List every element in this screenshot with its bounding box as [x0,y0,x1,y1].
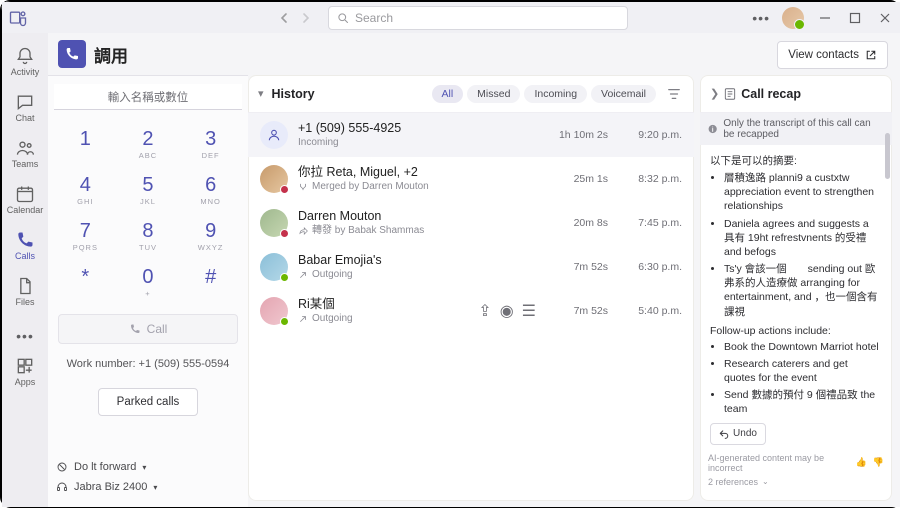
thumbs-down-icon[interactable]: 👎 [873,457,884,468]
recap-back-icon[interactable]: ❮ [710,87,719,100]
call-recap-panel: ❮ Call recap Only the transcript of this… [700,75,892,501]
history-title: History [272,87,315,101]
transcript-icon[interactable]: ☰ [522,301,536,321]
call-avatar [260,121,288,149]
dial-key-0[interactable]: 0+ [120,262,176,302]
share-icon[interactable]: ⇪ [478,301,491,321]
record-icon[interactable]: ◉ [500,301,514,321]
popout-icon [865,49,877,61]
app-logo-icon [8,8,28,28]
dial-key-*[interactable]: * [57,262,113,302]
dial-key-7[interactable]: 7PQRS [57,216,113,256]
rail-chat[interactable]: Chat [2,85,48,129]
history-row[interactable]: Darren Mouton轉發 by Babak Shammas20m 8s7:… [248,201,694,245]
undo-button[interactable]: Undo [710,423,766,445]
work-number-label: Work number: +1 (509) 555-0594 [54,358,242,370]
dial-column: 調用 輸入名稱或數位 1 2ABC3DEF 4GHI5JKL6MNO 7PQRS8T… [48,33,248,507]
search-icon [337,12,349,24]
user-avatar[interactable] [782,7,804,29]
title-bar: Search ••• [2,2,900,33]
dial-key-#[interactable]: # [183,262,239,302]
dial-key-1[interactable]: 1 [57,124,113,164]
rail-apps[interactable]: Apps [2,349,48,393]
window-minimize-button[interactable] [816,9,834,27]
search-placeholder: Search [355,11,393,25]
audio-device-setting[interactable]: Jabra Biz 2400▾ [56,477,240,497]
view-contacts-button[interactable]: View contacts [777,41,888,69]
collapse-icon[interactable]: ▾ [258,87,264,100]
scrollbar-thumb[interactable] [885,133,890,179]
dial-key-3[interactable]: 3DEF [183,124,239,164]
dial-key-9[interactable]: 9WXYZ [183,216,239,256]
phone-app-icon [58,40,86,68]
dial-name-input[interactable]: 輸入名稱或數位 [54,84,242,110]
left-nav-rail: Activity Chat Teams Calendar Calls Files… [2,33,48,507]
dial-key-2[interactable]: 2ABC [120,124,176,164]
call-avatar [260,165,288,193]
parked-calls-button[interactable]: Parked calls [98,388,198,416]
dial-key-6[interactable]: 6MNO [183,170,239,210]
rail-calendar[interactable]: Calendar [2,177,48,221]
dial-key-8[interactable]: 8TUV [120,216,176,256]
window-maximize-button[interactable] [846,9,864,27]
recap-body: 以下是可以的摘要: 層積逸路 planni9 a custxtw appreci… [700,145,892,449]
search-input[interactable]: Search [328,6,628,30]
history-row[interactable]: Ri某個Outgoing⇪◉☰7m 52s5:40 p.m. [248,289,694,333]
dial-key-5[interactable]: 5JKL [120,170,176,210]
info-icon [708,123,717,135]
more-icon[interactable]: ••• [752,10,770,26]
nav-forward-button[interactable] [296,8,316,28]
rail-files[interactable]: Files [2,269,48,313]
recap-notice: Only the transcript of this call can be … [700,113,892,145]
page-title: 調用 [94,42,128,67]
call-avatar [260,209,288,237]
ai-disclaimer: AI-generated content may be incorrect [708,453,856,473]
dial-key-4[interactable]: 4GHI [57,170,113,210]
history-panel: ▾ History AllMissedIncomingVoicemail +1 … [248,75,694,501]
window-close-button[interactable] [876,9,894,27]
rail-more[interactable]: ••• [2,325,48,347]
filter-pill-voicemail[interactable]: Voicemail [591,85,656,103]
call-button[interactable]: Call [58,314,238,344]
call-avatar [260,253,288,281]
history-row[interactable]: +1 (509) 555-4925Incoming1h 10m 2s9:20 p… [248,113,694,157]
recap-icon [723,87,737,101]
call-avatar [260,297,288,325]
filter-pill-missed[interactable]: Missed [467,85,520,103]
dial-pad: 1 2ABC3DEF 4GHI5JKL6MNO 7PQRS8TUV9WXYZ * 0+… [54,124,242,308]
rail-activity[interactable]: Activity [2,39,48,83]
rail-calls[interactable]: Calls [2,223,48,267]
filter-pill-all[interactable]: All [432,85,464,103]
thumbs-up-icon[interactable]: 👍 [856,457,867,468]
filter-pill-incoming[interactable]: Incoming [524,85,587,103]
recap-references[interactable]: 2 references⌄ [700,475,892,493]
filter-icon[interactable] [664,87,684,101]
history-row[interactable]: Babar Emojia'sOutgoing7m 52s6:30 p.m. [248,245,694,289]
history-row[interactable]: 你拉 Reta, Miguel, +2Merged by Darren Mout… [248,157,694,201]
nav-back-button[interactable] [274,8,294,28]
rail-teams[interactable]: Teams [2,131,48,175]
forward-setting[interactable]: Do lt forward▾ [56,457,240,477]
